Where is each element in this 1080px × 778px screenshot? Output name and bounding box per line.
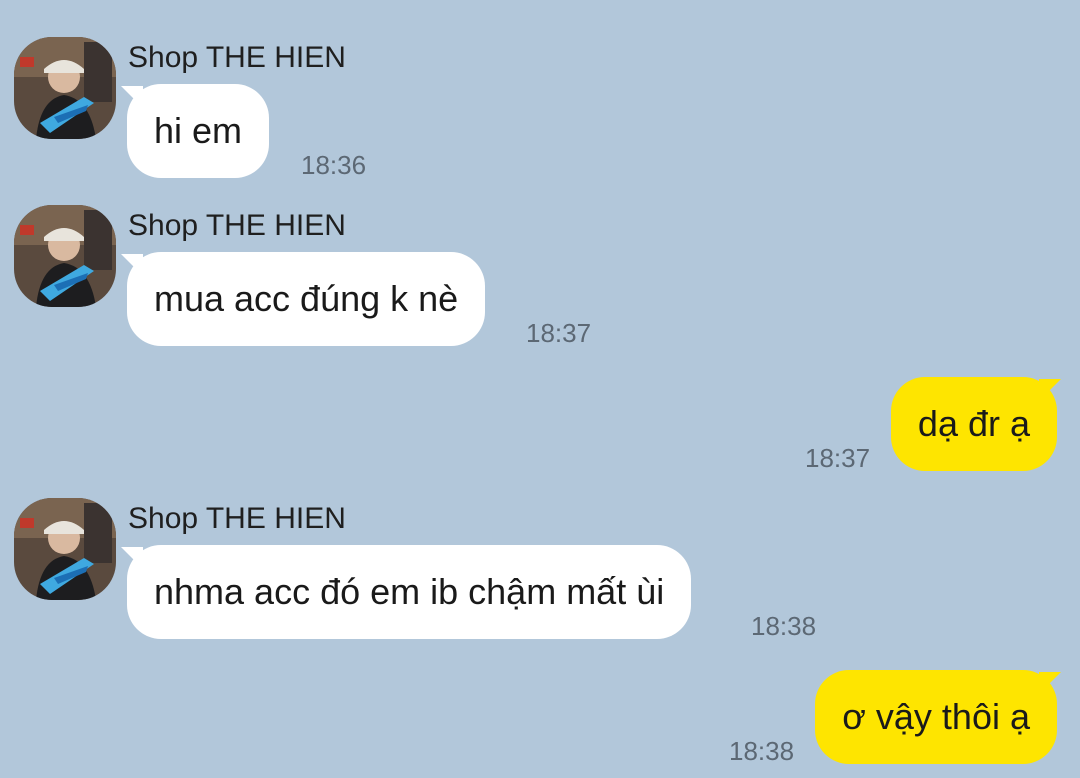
sender-avatar[interactable]: [14, 37, 116, 139]
message-time: 18:38: [729, 736, 795, 766]
message-bubble-incoming[interactable]: mua acc đúng k nè: [127, 252, 486, 346]
sender-name: Shop THE HIEN: [128, 209, 346, 242]
user-avatar-icon: [14, 498, 116, 600]
message-time: 18:37: [805, 443, 871, 473]
message-bubble-outgoing[interactable]: ơ vậy thôi ạ: [815, 670, 1057, 764]
chat-area[interactable]: Shop THE HIEN hi em 18:36 Shop THE HIEN …: [0, 0, 1080, 778]
user-avatar-icon: [14, 205, 116, 307]
message-time: 18:36: [301, 150, 367, 180]
message-bubble-incoming[interactable]: nhma acc đó em ib chậm mất ùi: [127, 545, 692, 639]
sender-avatar[interactable]: [14, 498, 116, 600]
message-time: 18:37: [526, 318, 592, 348]
sender-name: Shop THE HIEN: [128, 41, 346, 74]
sender-name: Shop THE HIEN: [128, 502, 346, 535]
message-time: 18:38: [751, 611, 817, 641]
user-avatar-icon: [14, 37, 116, 139]
message-bubble-incoming[interactable]: hi em: [127, 84, 270, 178]
sender-avatar[interactable]: [14, 205, 116, 307]
message-bubble-outgoing[interactable]: dạ đr ạ: [890, 377, 1057, 471]
